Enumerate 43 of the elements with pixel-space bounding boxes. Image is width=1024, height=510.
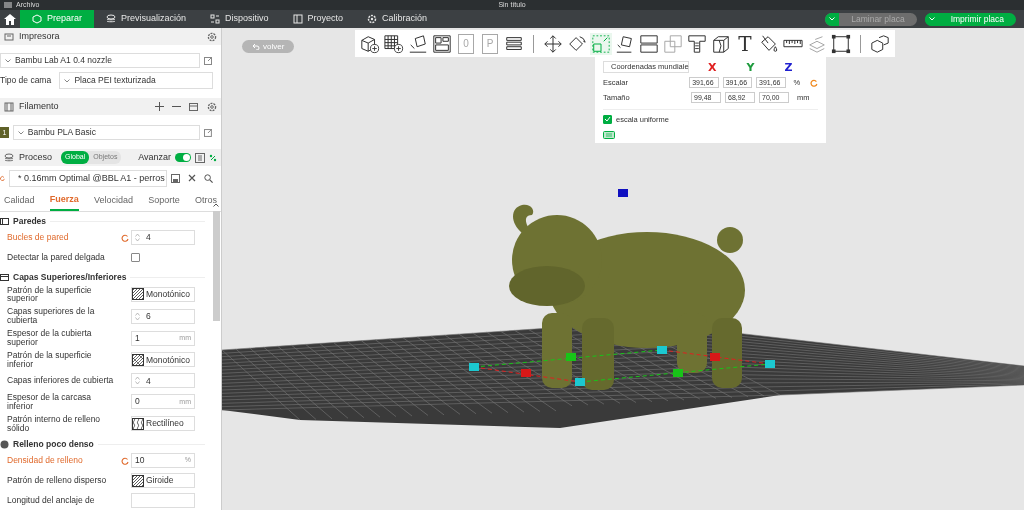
setting-label: Patrón de la superficie superior — [7, 285, 93, 304]
pattern-dropdown[interactable]: Rectilíneo — [131, 416, 195, 432]
setting-label: Capas inferiores de cubierta — [7, 376, 115, 386]
axis-label: Y — [746, 61, 755, 73]
settings-tab[interactable]: Otros — [194, 191, 217, 211]
setting-label: Longitud del anclaje de — [7, 496, 96, 505]
toolbar-button[interactable]: T — [734, 32, 756, 55]
settings-tab[interactable]: Soporte — [148, 191, 180, 211]
section-title: Filamento — [19, 99, 59, 113]
main-tab[interactable]: Dispositivo — [198, 10, 281, 28]
main-tab[interactable]: Proyecto — [280, 10, 356, 28]
setting-label: Espesor de la cubierta superior — [7, 329, 93, 348]
preset-dropdown[interactable]: Placa PEI texturizada — [59, 72, 213, 89]
section-title: Proceso — [19, 150, 53, 164]
settings-tab[interactable]: Velocidad — [93, 191, 133, 211]
axis-label: X — [708, 61, 717, 73]
setting-label: Bucles de pared — [7, 233, 70, 242]
number-field[interactable]: 6 — [131, 308, 195, 324]
pattern-dropdown[interactable]: Monotónico — [131, 352, 195, 368]
number-field[interactable]: 4 — [131, 230, 195, 245]
pattern-dropdown[interactable]: Monotónico — [131, 286, 195, 302]
setting-label: Espesor de la carcasa inferior — [7, 392, 93, 411]
setting-label: Densidad de relleno — [7, 456, 84, 465]
setting-label: Patrón interno de relleno sólido — [7, 414, 102, 433]
main-tab[interactable]: Previsualización — [94, 10, 199, 28]
preset-dropdown[interactable]: * 0.16mm Optimal @BBL A1 - perros — [9, 170, 167, 187]
setting-label: Capas superiores de la cubierta — [7, 307, 96, 326]
setting-label: Detectar la pared delgada — [7, 253, 106, 262]
section-title: Impresora — [19, 29, 60, 43]
main-tab[interactable]: Calibración — [355, 10, 440, 28]
group-title: Paredes — [13, 214, 47, 228]
advanced-label: Avanzar — [138, 150, 171, 164]
setting-label: Patrón de relleno disperso — [7, 476, 108, 485]
preset-dropdown[interactable]: Bambu PLA Basic — [12, 125, 201, 140]
number-field[interactable]: 4 — [131, 373, 195, 389]
preset-dropdown[interactable]: Bambu Lab A1 0.4 nozzle — [0, 53, 200, 68]
axis-label: Z — [784, 61, 793, 73]
setting-label: Patrón de la superficie inferior — [7, 351, 93, 369]
group-title: Capas Superiores/Inferiores — [13, 270, 127, 284]
settings-tab[interactable]: Calidad — [4, 191, 35, 211]
group-title: Relleno poco denso — [13, 437, 94, 451]
field-label: Tipo de cama — [0, 74, 53, 87]
pattern-dropdown[interactable]: Giroide — [131, 473, 195, 489]
